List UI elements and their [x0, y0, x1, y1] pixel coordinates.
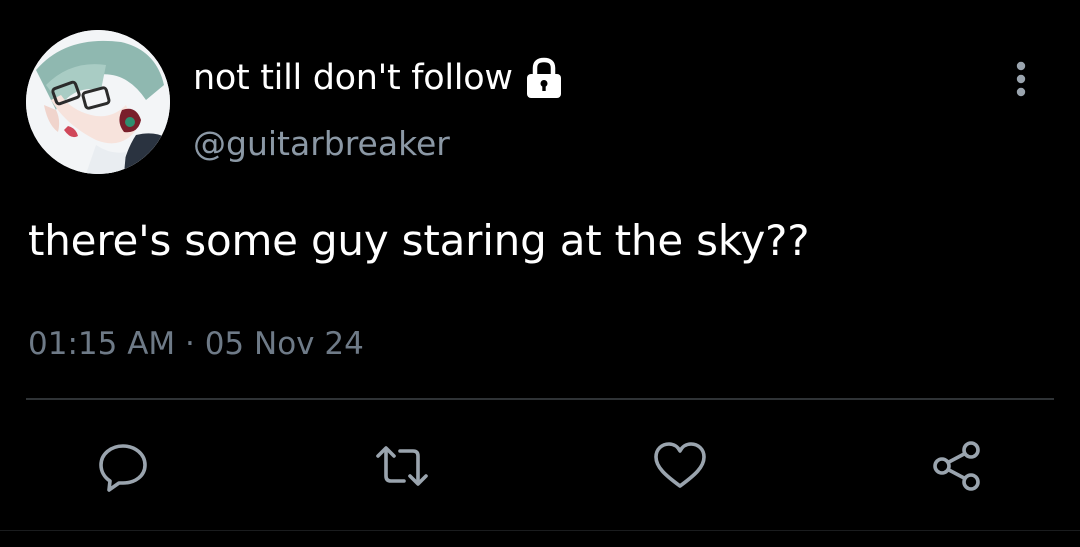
avatar-image: [26, 30, 170, 174]
timestamp[interactable]: 01:15 AM · 05 Nov 24: [28, 326, 364, 362]
tweet-card: not till don't follow @guitarbreaker the…: [0, 0, 1080, 547]
reply-icon: [95, 438, 151, 494]
heart-icon: [651, 438, 709, 494]
share-button[interactable]: [927, 436, 987, 496]
more-vertical-icon[interactable]: [1006, 58, 1036, 102]
bottom-divider: [0, 530, 1080, 531]
divider: [26, 398, 1054, 400]
reply-button[interactable]: [93, 436, 153, 496]
user-handle[interactable]: @guitarbreaker: [193, 124, 450, 163]
lock-icon: [521, 55, 567, 101]
like-button[interactable]: [650, 436, 710, 496]
avatar[interactable]: [26, 30, 170, 174]
retweet-icon: [372, 438, 432, 494]
display-name-row: not till don't follow: [193, 52, 567, 104]
retweet-button[interactable]: [372, 436, 432, 496]
display-name[interactable]: not till don't follow: [193, 58, 513, 98]
tweet-text: there's some guy staring at the sky??: [28, 216, 810, 265]
share-icon: [928, 437, 986, 495]
